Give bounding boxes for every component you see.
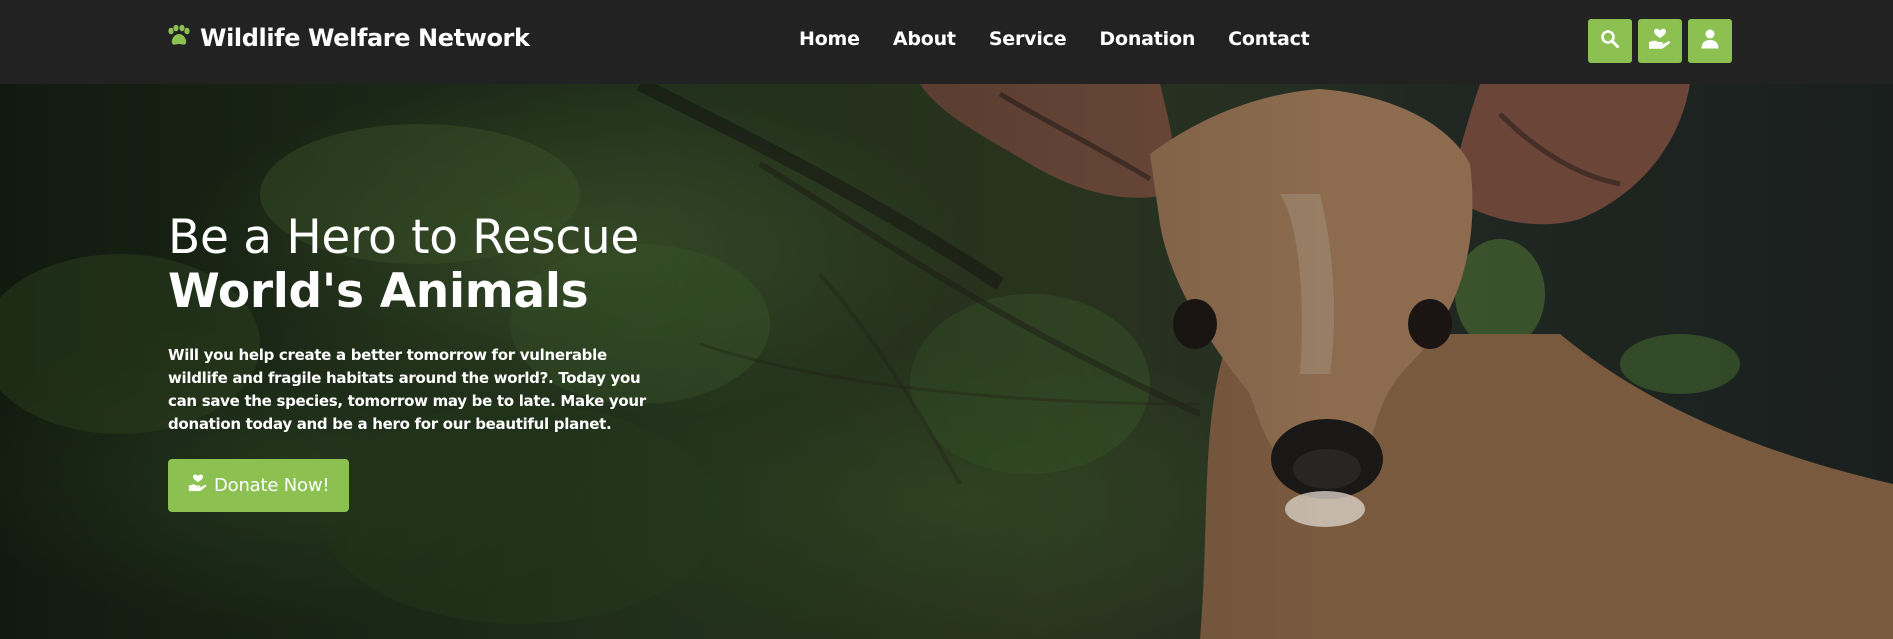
hero-title: Be a Hero to Rescue World's Animals (168, 211, 688, 319)
hero-content: Be a Hero to Rescue World's Animals Will… (168, 211, 688, 512)
donate-now-label: Donate Now! (214, 475, 330, 496)
brand[interactable]: Wildlife Welfare Network (166, 24, 530, 52)
hero-section: Be a Hero to Rescue World's Animals Will… (0, 84, 1893, 639)
paw-icon (166, 24, 190, 51)
hero-description: Will you help create a better tomorrow f… (168, 346, 646, 433)
donate-hand-heart-icon (188, 473, 208, 498)
main-nav: Home About Service Donation Contact (799, 28, 1343, 50)
nav-about[interactable]: About (893, 28, 956, 50)
account-button[interactable] (1688, 19, 1732, 63)
user-icon (1701, 29, 1719, 53)
site-header: Wildlife Welfare Network Home About Serv… (0, 0, 1893, 84)
hero-title-line2: World's Animals (168, 264, 589, 319)
donate-now-button[interactable]: Donate Now! (168, 459, 350, 512)
hero-title-line1: Be a Hero to Rescue (168, 210, 640, 265)
nav-home[interactable]: Home (799, 28, 860, 50)
donate-hand-heart-icon (1648, 28, 1672, 54)
nav-contact[interactable]: Contact (1228, 28, 1310, 50)
search-button[interactable] (1588, 19, 1632, 63)
donate-button[interactable] (1638, 19, 1682, 63)
nav-service[interactable]: Service (989, 28, 1067, 50)
nav-donation[interactable]: Donation (1099, 28, 1195, 50)
brand-name: Wildlife Welfare Network (200, 24, 530, 52)
search-icon (1600, 29, 1620, 53)
header-actions (1588, 19, 1732, 63)
